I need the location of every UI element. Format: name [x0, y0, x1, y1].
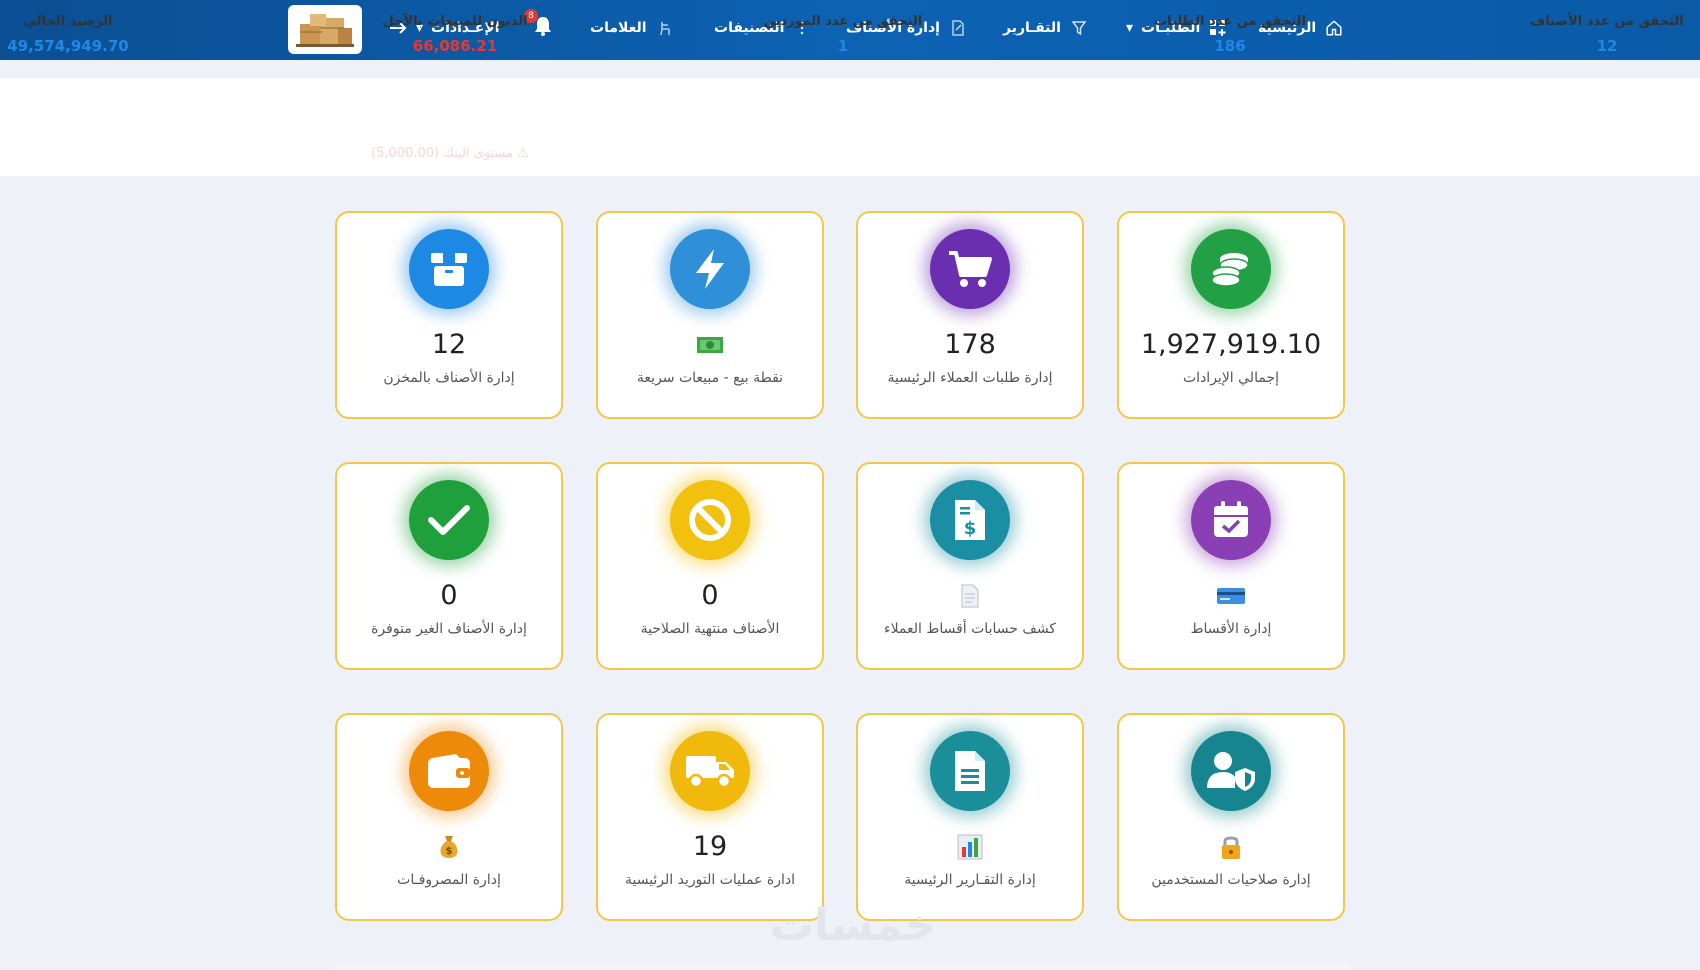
home-icon: [1324, 18, 1344, 38]
bank-level-warning: ⚠ مستوى البنك (5,000.00): [371, 146, 529, 161]
card-value: 178: [944, 329, 996, 360]
card-title: ادارة عمليات التوريد الرئيسية: [624, 872, 796, 888]
watermark: خمسات: [769, 900, 937, 951]
card-title: إدارة التقـارير الرئيسية: [904, 872, 1036, 888]
svg-text:$: $: [964, 518, 977, 539]
card-value: 0: [440, 580, 458, 611]
card-title: إدارة الأصناف بالمخزن: [383, 370, 515, 386]
card-title: إدارة الأقساط: [1190, 621, 1272, 637]
card-main-reports[interactable]: إدارة التقـارير الرئيسية: [856, 713, 1084, 921]
box-icon: [409, 229, 489, 309]
stat-label: التحقق من عدد الأصناف: [1530, 14, 1684, 29]
card-customer-orders[interactable]: 178 إدارة طلبات العملاء الرئيسية: [856, 211, 1084, 419]
card-stock-items[interactable]: 12 إدارة الأصناف بالمخزن: [335, 211, 563, 419]
stat-value: 1: [837, 37, 849, 55]
user-shield-icon: [1191, 731, 1271, 811]
card-title: الأصناف منتهية الصلاحية: [640, 621, 780, 637]
boxes-logo-icon: [296, 13, 354, 47]
card-installments[interactable]: إدارة الأقساط: [1117, 462, 1345, 670]
card-value: 12: [431, 329, 467, 360]
money-icon: [695, 333, 725, 357]
card-unavailable-items[interactable]: 0 إدارة الأصناف الغير متوفرة: [335, 462, 563, 670]
file-icon: [930, 731, 1010, 811]
cart-icon: [930, 229, 1010, 309]
card-user-permissions[interactable]: إدارة صلاحيات المستخدمين: [1117, 713, 1345, 921]
check-icon: [409, 480, 489, 560]
card-title: إدارة المصروفـات: [397, 872, 501, 888]
ban-icon: [670, 480, 750, 560]
stat-label: التحقق من عدد الموردين: [763, 14, 923, 29]
stat-label: الديون للمبيعات بالآجل: [382, 14, 528, 29]
stat-current-balance: الرصيد الحالي 49,574,949.70: [6, 14, 130, 55]
card-expenses[interactable]: $ إدارة المصروفـات: [335, 713, 563, 921]
coins-icon: [1191, 229, 1271, 309]
card-installment-statements[interactable]: $ كشف حسابات أقساط العملاء: [856, 462, 1084, 670]
stat-credit-debts: الديون للمبيعات بالآجل 66,086.21: [370, 14, 540, 55]
card-title: كشف حسابات أقساط العملاء: [884, 621, 1056, 637]
stat-value: 12: [1596, 37, 1618, 55]
card-supply-operations[interactable]: 19 ادارة عمليات التوريد الرئيسية: [596, 713, 824, 921]
stat-value: 66,086.21: [412, 37, 498, 55]
nav-brands-label: العلامات: [590, 20, 647, 36]
nav-reports[interactable]: التقـارير: [1003, 0, 1089, 56]
nav-brands[interactable]: العلامات: [590, 0, 675, 56]
chevron-down-icon: ▾: [1126, 20, 1134, 36]
stat-orders-count: التحقق من عدد الطلبات 186: [1140, 14, 1320, 55]
invoice-dollar-icon: $: [930, 480, 1010, 560]
card-value: 1,927,919.10: [1140, 329, 1322, 360]
wallet-icon: [409, 731, 489, 811]
lock-icon: [1216, 835, 1246, 859]
card-title: نقطة بيع - مبيعات سريعة: [636, 370, 784, 386]
stat-items-count: التحقق من عدد الأصناف 12: [1522, 14, 1692, 55]
money-bag-icon: $: [434, 835, 464, 859]
document-edit-icon: [948, 18, 968, 38]
card-title: إجمالي الإيرادات: [1183, 370, 1279, 386]
bar-chart-icon: [955, 834, 985, 860]
stat-value: 186: [1214, 37, 1246, 55]
footer-panel-edge: [335, 962, 1350, 970]
credit-card-icon: [1216, 584, 1246, 608]
nav-reports-label: التقـارير: [1003, 20, 1061, 36]
bolt-icon: [670, 229, 750, 309]
calendar-check-icon: [1191, 480, 1271, 560]
stats-bar: [0, 78, 1700, 176]
svg-text:$: $: [446, 846, 453, 857]
truck-icon: [670, 731, 750, 811]
stat-label: التحقق من عدد الطلبات: [1153, 14, 1307, 29]
card-title: إدارة صلاحيات المستخدمين: [1151, 872, 1311, 888]
chair-icon: [655, 18, 675, 38]
card-value: 19: [692, 831, 728, 862]
card-total-revenue[interactable]: 1,927,919.10 إجمالي الإيرادات: [1117, 211, 1345, 419]
stat-value: 49,574,949.70: [7, 37, 129, 55]
page-icon: [955, 584, 985, 608]
card-title: إدارة طلبات العملاء الرئيسية: [887, 370, 1053, 386]
stat-suppliers-count: التحقق من عدد الموردين 1: [753, 14, 933, 55]
card-pos-quick-sales[interactable]: نقطة بيع - مبيعات سريعة: [596, 211, 824, 419]
card-title: إدارة الأصناف الغير متوفرة: [371, 621, 527, 637]
card-expired-items[interactable]: 0 الأصناف منتهية الصلاحية: [596, 462, 824, 670]
card-value: 0: [701, 580, 719, 611]
stat-label: الرصيد الحالي: [23, 14, 113, 29]
logo[interactable]: [288, 5, 362, 54]
filter-icon: [1069, 18, 1089, 38]
